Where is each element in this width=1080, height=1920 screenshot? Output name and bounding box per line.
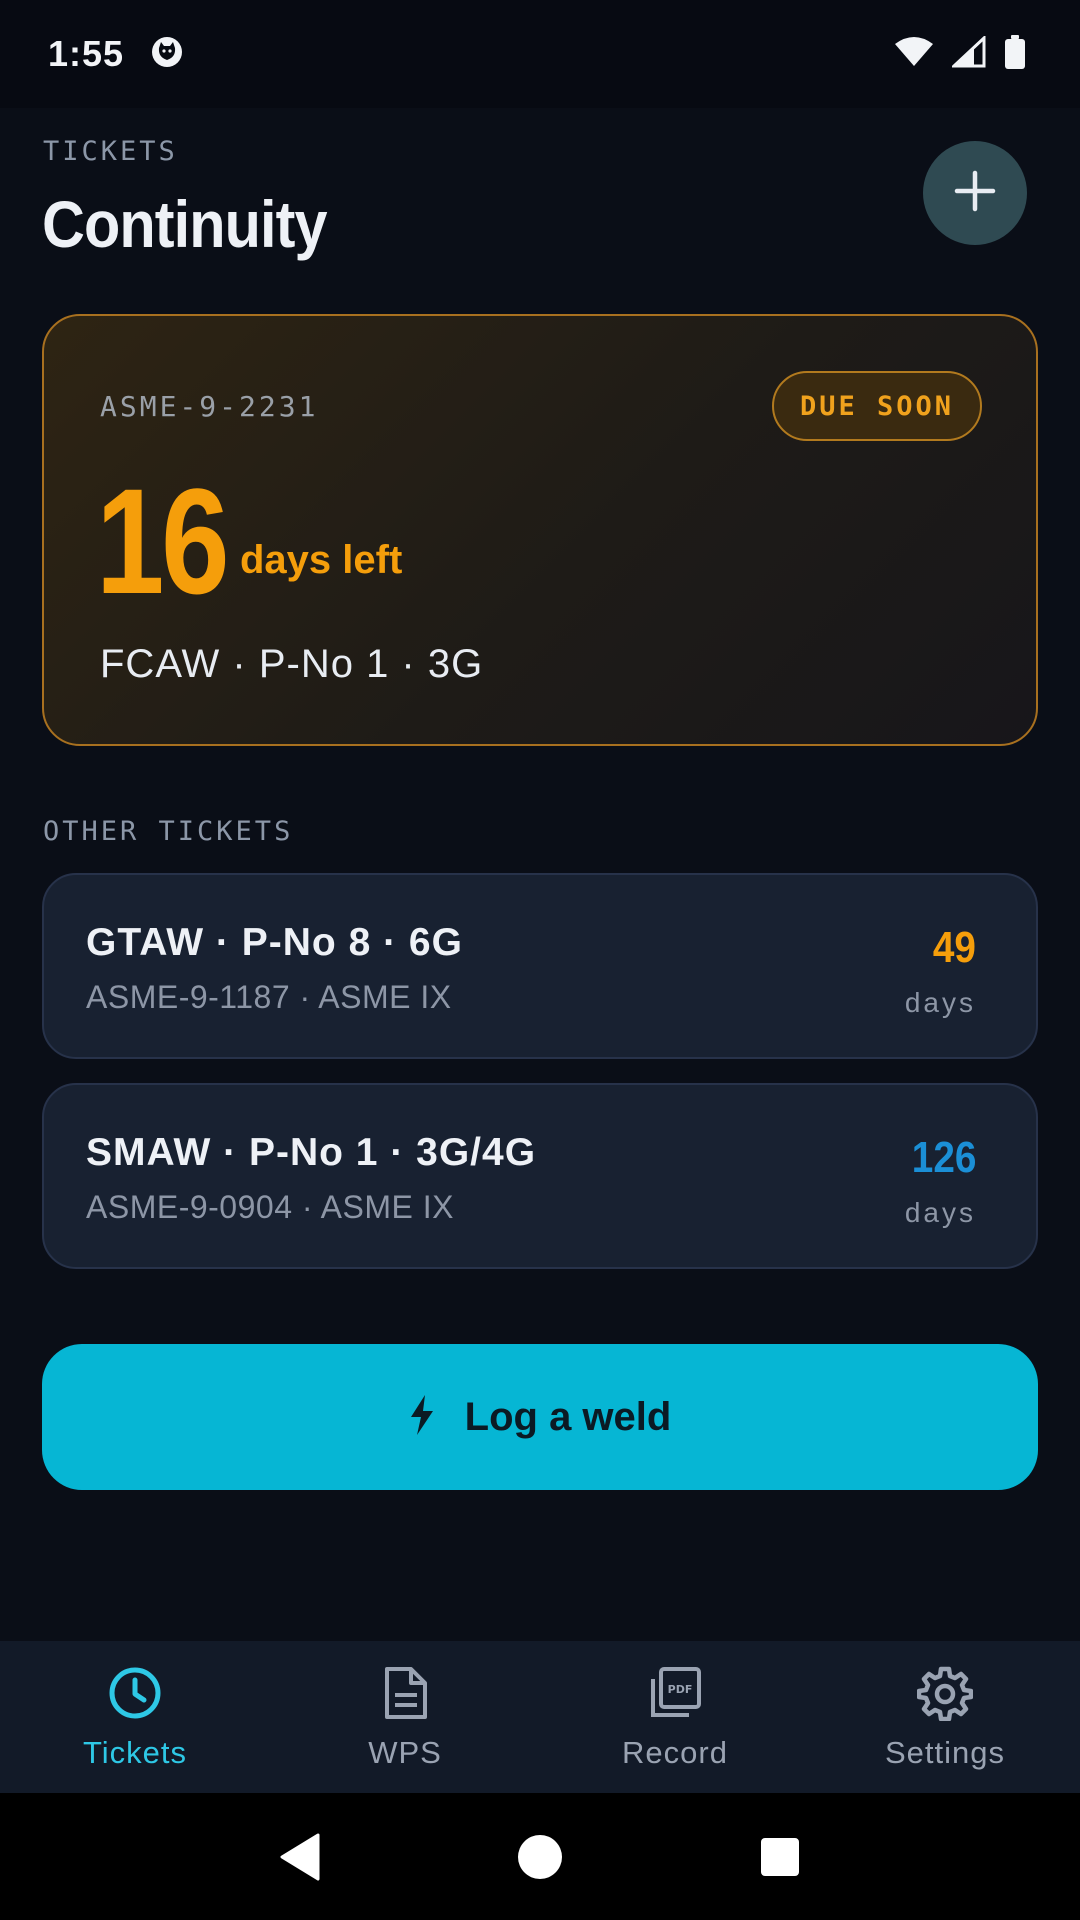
ticket-subtitle: ASME-9-1187 · ASME IX [86,979,452,1015]
recents-icon[interactable] [750,1827,810,1887]
screen: 1:55 TICKETS Continuity ASME-9-2231 DUE … [0,0,1080,1920]
nav-label: Record [622,1735,728,1770]
gear-icon [915,1663,975,1723]
battery-icon [1004,34,1026,74]
ticket-card[interactable]: SMAW · P-No 1 · 3G/4G ASME-9-0904 · ASME… [42,1083,1038,1269]
bottom-nav: Tickets WPS PDF Record Settings [0,1641,1080,1793]
status-right [894,34,1026,74]
ticket-card[interactable]: GTAW · P-No 8 · 6G ASME-9-1187 · ASME IX… [42,873,1038,1059]
nav-wps[interactable]: WPS [270,1641,540,1793]
nav-label: Tickets [82,1735,188,1770]
nav-tickets[interactable]: Tickets [0,1641,270,1793]
status-left: 1:55 [48,33,184,75]
ticket-days-count: 49 [932,923,976,972]
other-tickets-heading: OTHER TICKETS [43,816,294,847]
page-title: Continuity [42,187,328,261]
ticket-days-unit: days [904,987,976,1018]
lightning-icon [409,1394,435,1440]
nav-record[interactable]: PDF Record [540,1641,810,1793]
featured-ticket-card[interactable]: ASME-9-2231 DUE SOON 16 days left FCAW ·… [42,314,1038,746]
days-left-number: 16 [96,457,230,625]
nav-label: Settings [884,1735,1005,1770]
featured-ticket-spec: FCAW · P-No 1 · 3G [100,642,484,686]
document-icon [375,1663,435,1723]
ticket-title: GTAW · P-No 8 · 6G [86,921,463,964]
nav-settings[interactable]: Settings [810,1641,1080,1793]
cat-notification-icon [150,35,184,74]
section-kicker: TICKETS [43,136,178,167]
signal-icon [950,34,986,73]
plus-icon [953,169,997,218]
log-weld-label: Log a weld [464,1394,672,1439]
wifi-icon [894,36,934,73]
home-icon[interactable] [510,1827,570,1887]
log-weld-button[interactable]: Log a weld [42,1344,1038,1490]
days-left-label: days left [240,538,403,582]
pdf-icon: PDF [645,1663,705,1723]
ticket-days-count: 126 [911,1133,976,1182]
clock-icon [105,1663,165,1723]
add-ticket-button[interactable] [923,141,1027,245]
due-soon-badge: DUE SOON [772,371,982,441]
status-bar: 1:55 [0,0,1080,108]
featured-ticket-id: ASME-9-2231 [100,390,319,423]
nav-label: WPS [368,1735,442,1770]
system-nav-bar [0,1793,1080,1920]
status-time: 1:55 [48,33,125,74]
ticket-days-unit: days [904,1197,976,1228]
ticket-subtitle: ASME-9-0904 · ASME IX [86,1189,454,1225]
back-icon[interactable] [270,1827,330,1887]
svg-text:PDF: PDF [668,1683,693,1696]
ticket-title: SMAW · P-No 1 · 3G/4G [86,1131,537,1174]
